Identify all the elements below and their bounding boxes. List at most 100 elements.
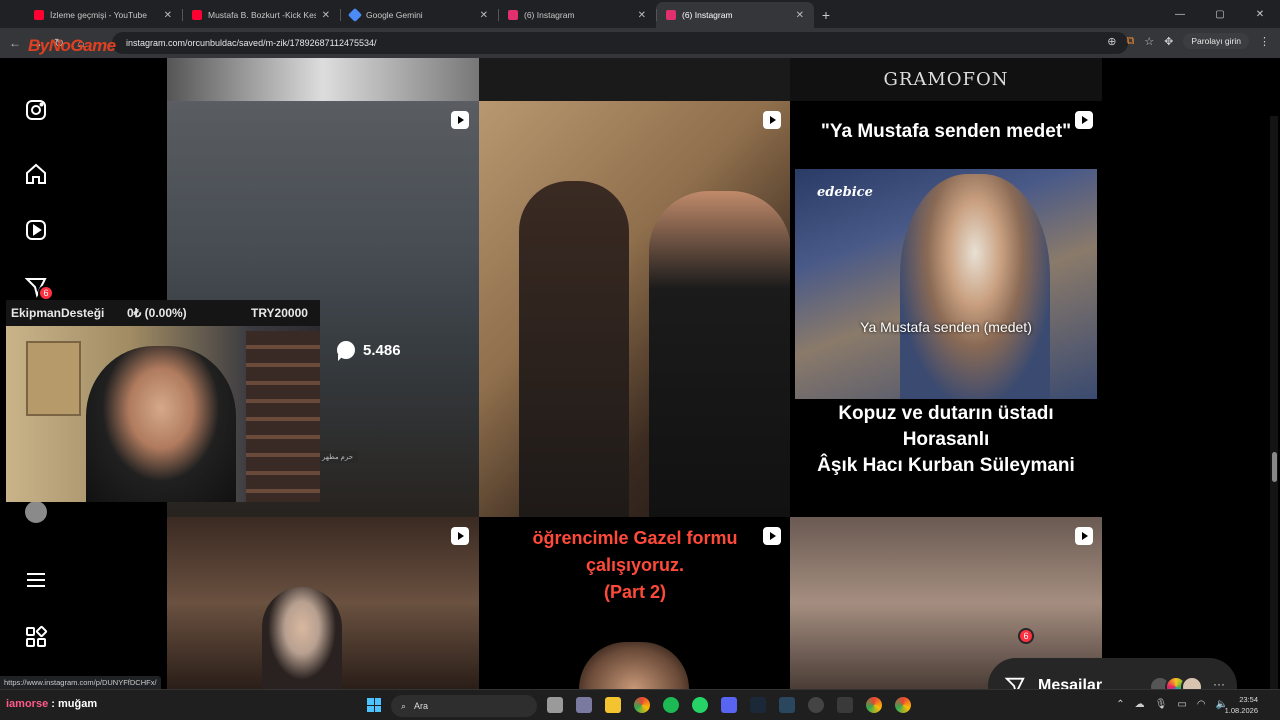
tab-youtube-history[interactable]: İzleme geçmişi - YouTube ✕: [24, 2, 182, 28]
recent-avatars: [1149, 676, 1203, 689]
reel-icon: [763, 111, 781, 129]
close-icon[interactable]: ✕: [322, 10, 330, 21]
maximize-button[interactable]: ▢: [1200, 0, 1240, 28]
comment-stat: 5.486: [337, 341, 401, 361]
close-icon[interactable]: ✕: [796, 10, 804, 21]
photo-caption: Ya Mustafa senden (medet): [860, 319, 1032, 335]
tab-kick-kesit[interactable]: Mustafa B. Bozkurt -Kick Kesit ✕: [182, 2, 340, 28]
donation-progress: 0₺ (0.00%): [127, 306, 187, 320]
title-line: Horasanlı: [902, 429, 990, 450]
bookshelf: [246, 331, 320, 502]
clock[interactable]: 23:54 1.08.2026: [1225, 694, 1258, 716]
chat-message: iamorse : muğam: [6, 698, 98, 710]
mic-icon[interactable]: 🎙: [1155, 699, 1168, 710]
gemini-icon: [347, 7, 363, 23]
tab-strip: İzleme geçmişi - YouTube ✕ Mustafa B. Bo…: [0, 0, 1280, 28]
status-url: https://www.instagram.com/p/DUNYFfDCHFx/: [0, 676, 161, 689]
sign-text: حرم مطهر: [317, 451, 359, 463]
url-text: instagram.com/orcunbuldac/saved/m-zik/17…: [126, 38, 377, 48]
post-thumbnail[interactable]: [167, 58, 479, 101]
task-view-icon[interactable]: [547, 697, 563, 713]
extensions-icon[interactable]: ✥: [1164, 35, 1173, 48]
reel-post-gazel[interactable]: öğrencimle Gazel formu çalışıyoruz. (Par…: [479, 517, 791, 689]
post-thumbnail[interactable]: [479, 58, 791, 101]
reel-post-asik[interactable]: "Ya Mustafa senden medet" edebice Ya Mus…: [790, 101, 1102, 517]
reel-icon: [451, 111, 469, 129]
reel-icon: [763, 527, 781, 545]
chrome-icon[interactable]: [634, 697, 650, 713]
instagram-icon: [508, 10, 518, 20]
reel-post-duet[interactable]: [479, 101, 791, 517]
tab-instagram-active[interactable]: (6) Instagram ✕: [656, 2, 814, 28]
webcam-feed: [6, 326, 320, 502]
snipping-tool-icon[interactable]: [576, 697, 592, 713]
app-icon[interactable]: [837, 697, 853, 713]
taskbar-search[interactable]: ⌕ Ara: [391, 695, 537, 717]
toolbar-actions: ⊕ ⧉ ☆ ✥ Parolayı girin ⋮: [1107, 33, 1270, 49]
comment-icon: [337, 341, 355, 361]
donation-label: EkipmanDesteği: [11, 306, 105, 320]
tab-gemini[interactable]: Google Gemini ✕: [340, 2, 498, 28]
whatsapp-icon[interactable]: [692, 697, 708, 713]
donation-goal: TRY20000: [251, 306, 308, 320]
spotify-icon[interactable]: [663, 697, 679, 713]
chrome-icon[interactable]: [895, 697, 911, 713]
menu-kebab-icon[interactable]: ⋮: [1259, 35, 1270, 48]
chrome-icon[interactable]: [866, 697, 882, 713]
overlay-line: çalışıyoruz.: [585, 555, 685, 575]
profile-avatar[interactable]: [22, 498, 50, 526]
address-bar[interactable]: instagram.com/orcunbuldac/saved/m-zik/17…: [112, 32, 1128, 54]
reels-icon[interactable]: [22, 216, 50, 244]
close-icon[interactable]: ✕: [638, 10, 646, 21]
new-tab-button[interactable]: +: [814, 2, 838, 28]
notification-badge: 6: [38, 285, 54, 301]
more-icon[interactable]: ···: [1213, 677, 1225, 689]
search-icon: ⌕: [401, 700, 407, 711]
home-icon[interactable]: [22, 160, 50, 188]
search-placeholder: Ara: [414, 701, 429, 711]
close-icon[interactable]: ✕: [164, 10, 172, 21]
windows-start-icon[interactable]: [367, 698, 381, 712]
chevron-up-icon[interactable]: ⌃: [1116, 699, 1124, 710]
scrollbar[interactable]: [1270, 116, 1278, 689]
apps-grid-icon[interactable]: [22, 623, 50, 651]
reel-icon: [451, 527, 469, 545]
time: 23:54: [1239, 695, 1258, 704]
window-controls: — ▢ ✕: [1160, 0, 1280, 28]
display-icon[interactable]: ▭: [1177, 699, 1186, 710]
wifi-icon[interactable]: ◠: [1197, 699, 1206, 710]
discord-icon[interactable]: [721, 697, 737, 713]
zoom-icon[interactable]: ⊕: [1107, 35, 1116, 48]
steam-icon[interactable]: [750, 697, 766, 713]
file-explorer-icon[interactable]: [605, 697, 621, 713]
tab-instagram[interactable]: (6) Instagram ✕: [498, 2, 656, 28]
install-icon[interactable]: ⧉: [1126, 35, 1134, 48]
bookmark-star-icon[interactable]: ☆: [1144, 35, 1154, 48]
instagram-logo-icon[interactable]: [22, 96, 50, 124]
minimize-button[interactable]: —: [1160, 0, 1200, 28]
close-window-button[interactable]: ✕: [1240, 0, 1280, 28]
tab-title: Google Gemini: [366, 10, 423, 20]
title-line: Kopuz ve dutarın üstadı: [838, 403, 1054, 424]
comment-count: 5.486: [363, 341, 401, 359]
scrollbar-thumb[interactable]: [1272, 452, 1277, 482]
donation-bar: EkipmanDesteği 0₺ (0.00%) TRY20000: [6, 300, 320, 326]
reel-post-crowd[interactable]: [167, 517, 479, 689]
date: 1.08.2026: [1224, 706, 1258, 715]
messages-icon: [1004, 677, 1025, 689]
steam-icon[interactable]: [779, 697, 795, 713]
obs-icon[interactable]: [808, 697, 824, 713]
tab-title: Mustafa B. Bozkurt -Kick Kesit: [208, 10, 316, 20]
post-caption-text: GRAMOFON: [790, 58, 1102, 101]
cloud-icon[interactable]: ☁: [1135, 699, 1145, 710]
back-button[interactable]: ←: [4, 36, 26, 50]
messages-button[interactable]: Mesajlar ···: [988, 658, 1237, 689]
singer-figure: [262, 587, 342, 689]
password-button[interactable]: Parolayı girin: [1183, 33, 1249, 49]
more-menu-icon[interactable]: [22, 566, 50, 594]
channel-logo: edebice: [817, 185, 873, 200]
close-icon[interactable]: ✕: [480, 10, 488, 21]
guitarist-figure: [649, 191, 791, 517]
stream-logo: ByNoGame: [28, 36, 116, 55]
instagram-icon: [666, 10, 676, 20]
